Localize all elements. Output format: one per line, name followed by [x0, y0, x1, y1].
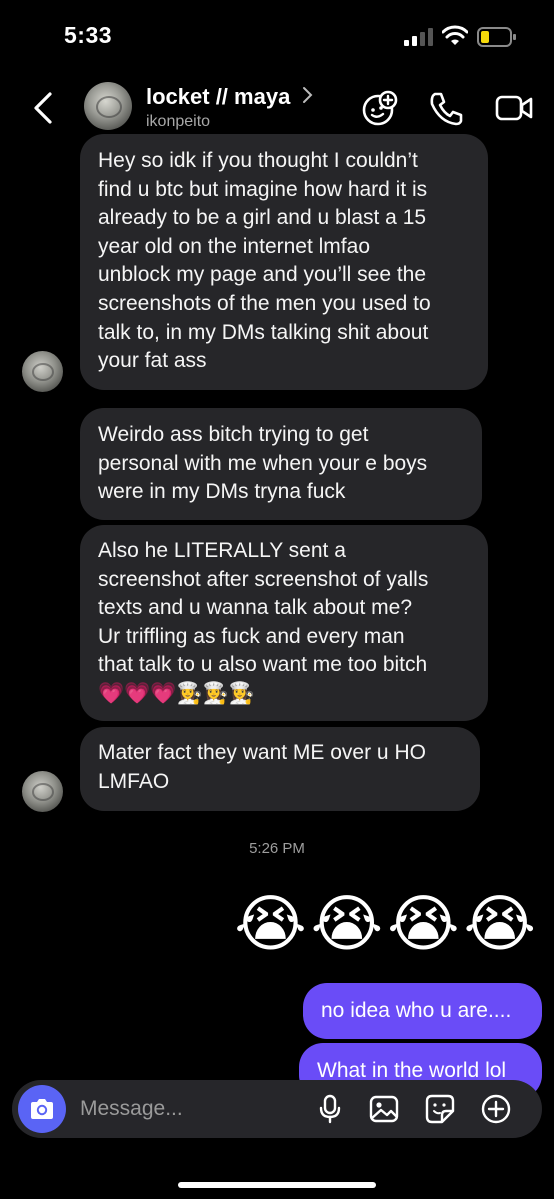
sticker-icon[interactable]: [424, 1093, 456, 1125]
message-bubble-received[interactable]: Mater fact they want ME over u HO LMFAO: [80, 727, 480, 811]
back-chevron-icon[interactable]: [30, 90, 58, 126]
add-circle-icon[interactable]: [480, 1093, 512, 1125]
message-composer: [12, 1080, 542, 1138]
message-input[interactable]: [80, 1080, 300, 1138]
phone-icon[interactable]: [426, 88, 466, 128]
emoji-message-sent[interactable]: 😭😭😭😭: [234, 889, 540, 961]
wifi-icon: [442, 25, 468, 45]
message-bubble-received[interactable]: Also he LITERALLY sent a screenshot afte…: [80, 525, 488, 721]
message-bubble-received[interactable]: Weirdo ass bitch trying to get personal …: [80, 408, 482, 520]
gallery-icon[interactable]: [368, 1093, 400, 1125]
battery-icon: [477, 27, 516, 47]
effects-icon[interactable]: [360, 88, 400, 128]
cellular-signal-icon: [404, 28, 433, 46]
contact-avatar[interactable]: [84, 82, 132, 130]
video-camera-icon[interactable]: [494, 88, 534, 128]
message-bubble-sent[interactable]: no idea who u are....: [303, 983, 542, 1039]
sender-avatar[interactable]: [22, 771, 63, 812]
home-indicator[interactable]: [178, 1182, 376, 1188]
contact-username[interactable]: ikonpeito: [146, 113, 210, 131]
status-time: 5:33: [64, 22, 113, 48]
camera-icon: [31, 1099, 53, 1119]
sender-avatar[interactable]: [22, 351, 63, 392]
message-timestamp: 5:26 PM: [249, 840, 305, 857]
chevron-right-icon[interactable]: [302, 86, 314, 104]
message-bubble-received[interactable]: Hey so idk if you thought I couldn’t fin…: [80, 134, 488, 390]
microphone-icon[interactable]: [314, 1093, 346, 1125]
status-bar: 5:33: [0, 0, 554, 72]
contact-name[interactable]: locket // maya: [146, 84, 290, 110]
camera-button[interactable]: [18, 1085, 66, 1133]
